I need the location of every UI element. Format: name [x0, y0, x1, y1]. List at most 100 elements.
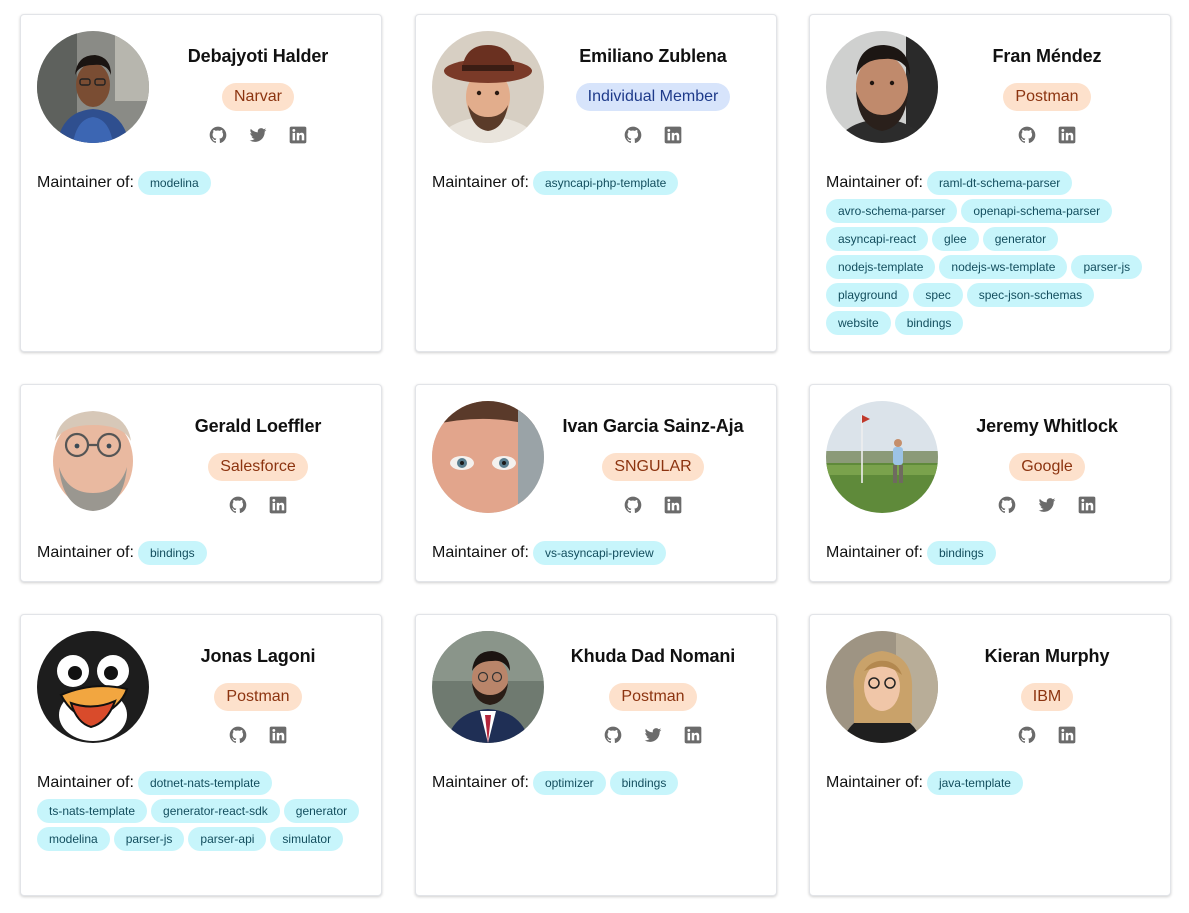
repo-tag[interactable]: bindings	[926, 541, 996, 565]
maintainer-card: Jonas Lagoni Postman Maintainer of: dotn…	[20, 614, 382, 896]
maintainer-label: Maintainer of:	[432, 544, 529, 561]
repo-tag[interactable]: avro-schema-parser	[826, 199, 958, 223]
social-links	[228, 495, 288, 515]
repo-tag[interactable]: spec	[913, 283, 963, 307]
repo-tag[interactable]: generator	[283, 799, 360, 823]
maintainer-label: Maintainer of:	[37, 544, 134, 561]
github-icon[interactable]	[603, 725, 623, 745]
company-badge: SNGULAR	[602, 453, 704, 481]
social-links	[623, 495, 683, 515]
maintainer-label: Maintainer of:	[826, 174, 923, 191]
repo-tag[interactable]: modelina	[37, 827, 110, 851]
company-badge: Salesforce	[208, 453, 308, 481]
linkedin-icon[interactable]	[1057, 725, 1077, 745]
github-icon[interactable]	[228, 725, 248, 745]
repo-tag[interactable]: parser-js	[113, 827, 185, 851]
repo-tag[interactable]: bindings	[609, 771, 679, 795]
repo-tag[interactable]: asyncapi-php-template	[532, 171, 679, 195]
linkedin-icon[interactable]	[663, 125, 683, 145]
repo-tag[interactable]: asyncapi-react	[826, 227, 929, 251]
company-badge: Postman	[1003, 83, 1091, 111]
github-icon[interactable]	[1017, 725, 1037, 745]
linkedin-icon[interactable]	[683, 725, 703, 745]
social-links	[1017, 725, 1077, 745]
github-icon[interactable]	[228, 495, 248, 515]
maintainer-card: Jeremy Whitlock Google Maintainer of: bi…	[809, 384, 1171, 582]
maintainer-name: Jeremy Whitlock	[976, 416, 1118, 436]
repo-tag[interactable]: dotnet-nats-template	[137, 771, 272, 795]
social-links	[228, 725, 288, 745]
repo-tag[interactable]: parser-js	[1071, 255, 1143, 279]
avatar	[432, 31, 544, 143]
repo-tag[interactable]: openapi-schema-parser	[961, 199, 1113, 223]
repo-tag[interactable]: java-template	[926, 771, 1023, 795]
repo-tag[interactable]: nodejs-ws-template	[939, 255, 1068, 279]
repo-tag[interactable]: simulator	[270, 827, 344, 851]
repo-tag[interactable]: bindings	[137, 541, 207, 565]
repo-tag[interactable]: modelina	[137, 171, 211, 195]
avatar	[432, 401, 544, 513]
maintained-repos: Maintainer of: raml-dt-schema-parser avr…	[826, 171, 1154, 335]
github-icon[interactable]	[997, 495, 1017, 515]
repo-tag[interactable]: generator	[982, 227, 1059, 251]
maintainer-card: Gerald Loeffler Salesforce Maintainer of…	[20, 384, 382, 582]
maintainer-name: Emiliano Zublena	[579, 46, 727, 66]
maintained-repos: Maintainer of: optimizer bindings	[432, 771, 760, 795]
maintainer-label: Maintainer of:	[37, 174, 134, 191]
repo-tag[interactable]: website	[826, 311, 891, 335]
github-icon[interactable]	[208, 125, 228, 145]
repo-tag[interactable]: nodejs-template	[826, 255, 936, 279]
repo-tag[interactable]: vs-asyncapi-preview	[532, 541, 666, 565]
maintainer-name: Kieran Murphy	[984, 646, 1110, 666]
linkedin-icon[interactable]	[1057, 125, 1077, 145]
twitter-icon[interactable]	[1037, 495, 1057, 515]
maintainer-name: Gerald Loeffler	[194, 416, 322, 436]
social-links	[208, 125, 308, 145]
repo-tag[interactable]: ts-nats-template	[37, 799, 148, 823]
maintainer-label: Maintainer of:	[432, 174, 529, 191]
github-icon[interactable]	[623, 125, 643, 145]
card-info: Jonas Lagoni Postman	[159, 645, 357, 745]
repo-tag[interactable]: playground	[826, 283, 910, 307]
maintainer-name: Ivan Garcia Sainz-Aja	[562, 416, 744, 436]
linkedin-icon[interactable]	[1077, 495, 1097, 515]
avatar	[37, 401, 149, 513]
repo-tag[interactable]: parser-api	[188, 827, 267, 851]
linkedin-icon[interactable]	[663, 495, 683, 515]
repo-tag[interactable]: spec-json-schemas	[966, 283, 1095, 307]
github-icon[interactable]	[1017, 125, 1037, 145]
company-badge: Narvar	[221, 83, 294, 111]
repo-tag[interactable]: optimizer	[532, 771, 606, 795]
avatar	[826, 31, 938, 143]
maintained-repos: Maintainer of: dotnet-nats-template ts-n…	[37, 771, 365, 851]
card-info: Jeremy Whitlock Google	[948, 415, 1146, 515]
repo-tag[interactable]: raml-dt-schema-parser	[926, 171, 1073, 195]
maintainer-label: Maintainer of:	[37, 774, 134, 791]
twitter-icon[interactable]	[643, 725, 663, 745]
twitter-icon[interactable]	[248, 125, 268, 145]
maintainer-card: Khuda Dad Nomani Postman Maintainer of: …	[415, 614, 777, 896]
maintained-repos: Maintainer of: vs-asyncapi-preview	[432, 541, 760, 565]
repo-tag[interactable]: generator-react-sdk	[151, 799, 280, 823]
maintainer-card: Ivan Garcia Sainz-Aja SNGULAR Maintainer…	[415, 384, 777, 582]
company-badge: Postman	[214, 683, 302, 711]
maintainer-name: Khuda Dad Nomani	[570, 646, 736, 666]
repo-tag[interactable]: bindings	[894, 311, 964, 335]
linkedin-icon[interactable]	[268, 725, 288, 745]
card-info: Fran Méndez Postman	[948, 45, 1146, 145]
maintainer-card: Fran Méndez Postman Maintainer of: raml-…	[809, 14, 1171, 352]
maintainer-label: Maintainer of:	[826, 544, 923, 561]
card-info: Debajyoti Halder Narvar	[159, 45, 357, 145]
maintainer-card: Emiliano Zublena Individual Member Maint…	[415, 14, 777, 352]
repo-tag[interactable]: glee	[932, 227, 979, 251]
company-badge: Individual Member	[575, 83, 731, 111]
avatar	[826, 401, 938, 513]
maintainer-label: Maintainer of:	[826, 774, 923, 791]
avatar	[432, 631, 544, 743]
maintainer-label: Maintainer of:	[432, 774, 529, 791]
social-links	[603, 725, 703, 745]
linkedin-icon[interactable]	[268, 495, 288, 515]
linkedin-icon[interactable]	[288, 125, 308, 145]
github-icon[interactable]	[623, 495, 643, 515]
maintainer-name: Jonas Lagoni	[200, 646, 316, 666]
